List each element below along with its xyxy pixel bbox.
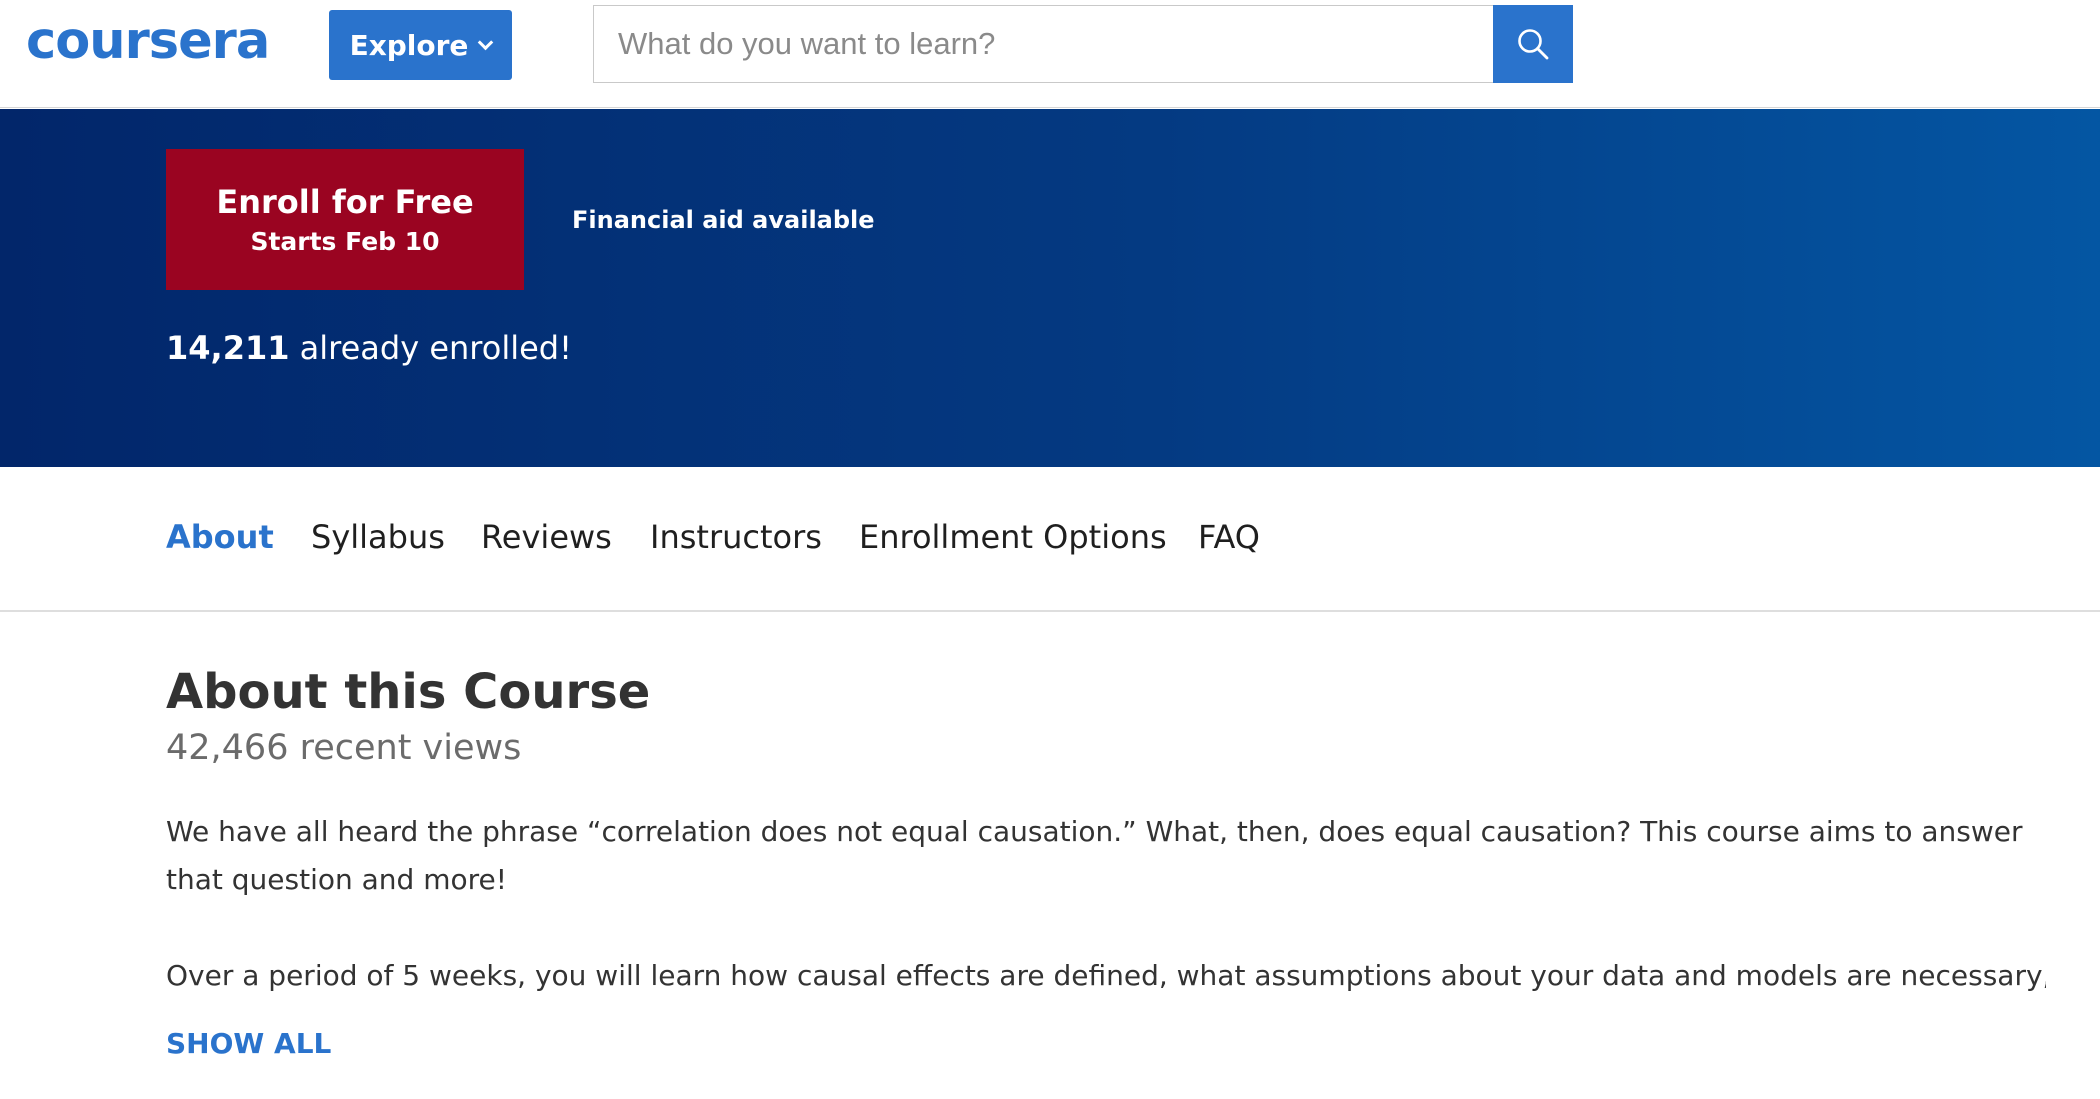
about-paragraph-2: Over a period of 5 weeks, you will learn… <box>166 959 2046 992</box>
show-all-button[interactable]: SHOW ALL <box>166 1024 331 1064</box>
coursera-logo[interactable]: coursera <box>26 12 270 72</box>
tab-faq[interactable]: FAQ <box>1198 515 1260 559</box>
top-header: coursera Explore <box>0 0 2100 108</box>
tab-enrollment-options[interactable]: Enrollment Options <box>859 515 1167 559</box>
about-paragraph-1: We have all heard the phrase “correlatio… <box>166 815 2023 896</box>
financial-aid-link[interactable]: Financial aid available <box>572 205 875 235</box>
tab-instructors[interactable]: Instructors <box>650 515 822 559</box>
tab-about[interactable]: About <box>166 515 274 559</box>
about-title: About this Course <box>166 664 651 720</box>
course-nav-tabs: About Syllabus Reviews Instructors Enrol… <box>0 467 2100 612</box>
enroll-title: Enroll for Free <box>216 182 474 221</box>
search-icon <box>1518 29 1549 60</box>
search-field[interactable] <box>593 5 1494 83</box>
enrolled-suffix: already enrolled! <box>289 329 572 367</box>
explore-button[interactable]: Explore <box>329 10 512 80</box>
enrolled-count-text: 14,211 already enrolled! <box>166 326 572 370</box>
chevron-down-icon <box>478 34 494 50</box>
explore-label: Explore <box>349 28 469 62</box>
recent-views: 42,466 recent views <box>166 728 522 768</box>
enroll-start-date: Starts Feb 10 <box>250 226 440 256</box>
search-button[interactable] <box>1493 5 1573 83</box>
enrolled-count: 14,211 <box>166 329 290 367</box>
tab-syllabus[interactable]: Syllabus <box>311 515 445 559</box>
enroll-button[interactable]: Enroll for Free Starts Feb 10 <box>166 149 524 290</box>
tab-reviews[interactable]: Reviews <box>481 515 612 559</box>
search-input[interactable] <box>616 25 1494 63</box>
